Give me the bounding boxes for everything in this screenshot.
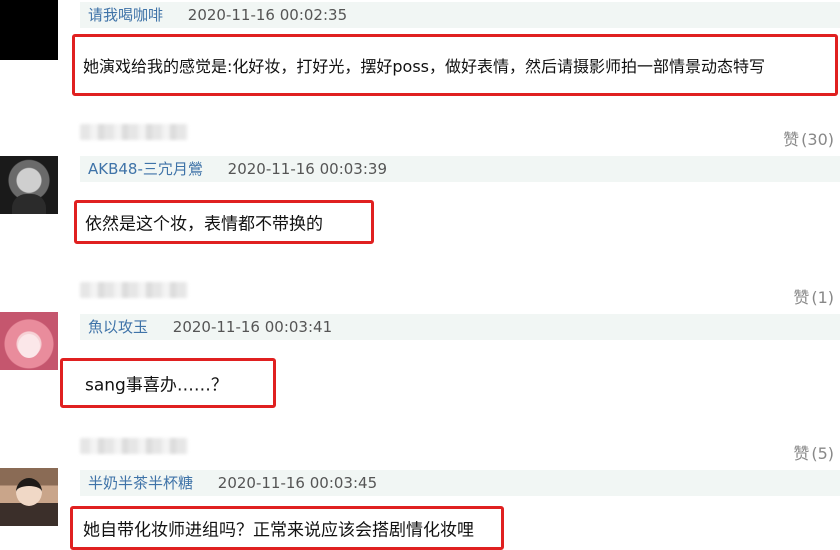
comment-meta: 半奶半茶半杯糖 2020-11-16 00:03:45 xyxy=(80,470,840,496)
comment-body: 她演戏给我的感觉是:化好妆，打好光，摆好poss，做好表情，然后请摄影师拍一部情… xyxy=(72,34,838,96)
comment-body: sang事喜办……？ xyxy=(60,358,276,408)
comment-timestamp: 2020-11-16 00:02:35 xyxy=(187,6,348,24)
avatar-portrait-icon xyxy=(12,194,46,214)
comment-timestamp: 2020-11-16 00:03:39 xyxy=(227,160,387,178)
like-button[interactable]: 赞 (30) xyxy=(783,126,834,150)
comment-text: 依然是这个妆，表情都不带换的 xyxy=(85,214,323,235)
avatar[interactable] xyxy=(0,0,58,60)
blurred-reply-area xyxy=(80,438,188,454)
comment-timestamp: 2020-11-16 00:03:45 xyxy=(217,474,378,492)
like-label: 赞 xyxy=(783,130,800,149)
comment-text: 她自带化妆师进组吗？正常来说应该会搭剧情化妆哩 xyxy=(83,520,474,541)
username-link[interactable]: 半奶半茶半杯糖 xyxy=(88,474,193,492)
avatar-anime-icon xyxy=(18,334,40,358)
avatar[interactable] xyxy=(0,312,58,370)
blurred-reply-area xyxy=(80,282,188,298)
username-link[interactable]: AKB48-三宂月鶯 xyxy=(88,160,203,178)
comment-meta: 请我喝咖啡 2020-11-16 00:02:35 xyxy=(80,2,840,28)
comment-body: 她自带化妆师进组吗？正常来说应该会搭剧情化妆哩 xyxy=(70,506,504,550)
like-label: 赞 xyxy=(793,288,810,307)
like-button[interactable]: 赞 (5) xyxy=(793,440,834,464)
like-count: (1) xyxy=(811,288,834,307)
comment-text: sang事喜办……？ xyxy=(85,375,228,396)
comment-body: 依然是这个妆，表情都不带换的 xyxy=(74,200,374,244)
like-label: 赞 xyxy=(793,444,810,463)
avatar[interactable] xyxy=(0,156,58,214)
like-button[interactable]: 赞 (1) xyxy=(793,284,834,308)
avatar-person-icon xyxy=(16,478,42,506)
like-count: (30) xyxy=(801,130,834,149)
avatar[interactable] xyxy=(0,468,58,526)
like-count: (5) xyxy=(811,444,834,463)
comment-meta: AKB48-三宂月鶯 2020-11-16 00:03:39 xyxy=(80,156,840,182)
comment-text: 她演戏给我的感觉是:化好妆，打好光，摆好poss，做好表情，然后请摄影师拍一部情… xyxy=(83,57,766,76)
username-link[interactable]: 请我喝咖啡 xyxy=(88,6,163,24)
username-link[interactable]: 魚以攻玉 xyxy=(88,318,148,336)
comment-meta: 魚以攻玉 2020-11-16 00:03:41 xyxy=(80,314,840,340)
blurred-reply-area xyxy=(80,124,188,140)
comment-timestamp: 2020-11-16 00:03:41 xyxy=(172,318,333,336)
